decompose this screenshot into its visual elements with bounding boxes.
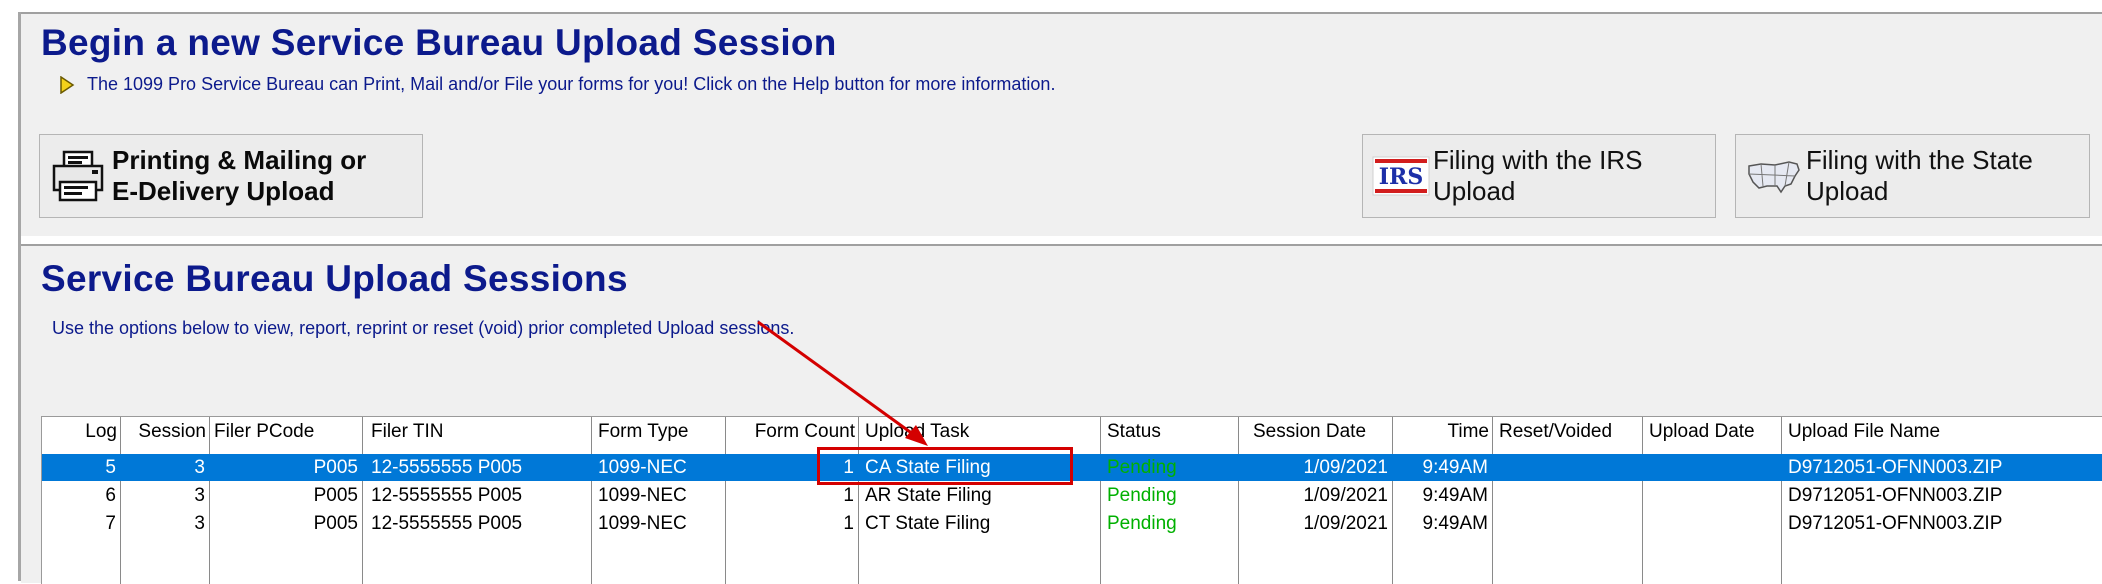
irs-badge-text: IRS [1379,164,1423,190]
cell-filer-pcode: P005 [313,485,358,506]
cell-form-type: 1099-NEC [598,457,687,478]
cell-status: Pending [1107,513,1177,534]
panel-separator [21,236,2102,242]
irs-button-label-line1: Filing with the IRS [1433,145,1643,175]
cell-status: Pending [1107,485,1177,506]
cell-upload-file-name: D9712051-OFNN003.ZIP [1788,513,2003,534]
header-form-count[interactable]: Form Count [726,417,859,447]
printer-forms-icon [48,146,108,206]
cell-reset-voided [1493,510,1643,537]
cell-upload-task: AR State Filing [865,485,992,506]
header-upload-task[interactable]: Upload Task [859,417,1101,447]
cell-session-date: 1/09/2021 [1303,513,1388,534]
header-log[interactable]: Log [42,417,121,447]
new-session-panel: Begin a new Service Bureau Upload Sessio… [21,12,2102,236]
cell-log: 5 [105,457,116,478]
cell-reset-voided [1493,454,1643,481]
header-form-type[interactable]: Form Type [592,417,726,447]
cell-time: 9:49AM [1422,457,1488,478]
cell-filer-tin: 12-5555555 P005 [371,513,523,534]
header-session[interactable]: Session [121,417,210,447]
info-text: The 1099 Pro Service Bureau can Print, M… [87,74,1056,94]
cell-session: 3 [194,457,205,478]
irs-button-label-line2: Upload [1433,176,1516,206]
cell-upload-task: CA State Filing [865,457,991,478]
cell-time: 9:49AM [1422,485,1488,506]
cell-log: 6 [105,485,116,506]
cell-upload-file-name: D9712051-OFNN003.ZIP [1788,485,2003,506]
cell-session: 3 [194,485,205,506]
cell-filer-pcode: P005 [313,457,358,478]
cell-session-date: 1/09/2021 [1303,485,1388,506]
table-row[interactable]: 6 3 P005 12-5555555 P005 1099-NEC 1 AR S… [42,482,2102,509]
new-session-title: Begin a new Service Bureau Upload Sessio… [41,22,837,63]
irs-logo-icon: IRS [1371,146,1431,206]
print-button-label-line1: Printing & Mailing or [112,145,367,175]
cell-filer-tin: 12-5555555 P005 [371,457,523,478]
header-upload-date[interactable]: Upload Date [1643,417,1782,447]
cell-session: 3 [194,513,205,534]
cell-upload-task: CT State Filing [865,513,991,534]
cell-form-count: 1 [843,485,854,506]
cell-filer-pcode: P005 [313,513,358,534]
state-filing-upload-button[interactable]: Filing with the State Upload [1735,134,2090,218]
cell-upload-date [1643,482,1782,509]
cell-session-date: 1/09/2021 [1303,457,1388,478]
state-button-label-line1: Filing with the State [1806,145,2033,175]
printing-mailing-upload-button[interactable]: Printing & Mailing or E-Delivery Upload [39,134,423,218]
table-row[interactable]: 5 3 P005 12-5555555 P005 1099-NEC 1 CA S… [42,454,2102,481]
table-row[interactable]: 7 3 P005 12-5555555 P005 1099-NEC 1 CT S… [42,510,2102,537]
cell-time: 9:49AM [1422,513,1488,534]
cell-upload-date [1643,510,1782,537]
header-status[interactable]: Status [1101,417,1239,447]
sessions-title: Service Bureau Upload Sessions [41,258,628,299]
us-map-icon [1744,146,1804,206]
cell-form-count: 1 [843,457,854,478]
print-button-label-line2: E-Delivery Upload [112,176,335,206]
header-filer-pcode[interactable]: Filer PCode [210,417,363,447]
sessions-description: Use the options below to view, report, r… [52,318,795,338]
cell-upload-date [1643,454,1782,481]
header-time[interactable]: Time [1393,417,1493,447]
sessions-panel: Service Bureau Upload Sessions Use the o… [21,244,2102,584]
sessions-grid[interactable]: Log Session Filer PCode Filer TIN Form T… [41,416,2102,584]
cell-upload-file-name: D9712051-OFNN003.ZIP [1788,457,2003,478]
header-filer-tin[interactable]: Filer TIN [363,417,592,447]
cell-reset-voided [1493,482,1643,509]
cell-log: 7 [105,513,116,534]
header-upload-file-name[interactable]: Upload File Name [1782,417,2102,447]
cell-filer-tin: 12-5555555 P005 [371,485,523,506]
header-reset-voided[interactable]: Reset/Voided [1493,417,1643,447]
irs-filing-upload-button[interactable]: IRS Filing with the IRS Upload [1362,134,1716,218]
cell-status: Pending [1107,457,1177,478]
info-arrow-icon [60,76,75,94]
cell-form-count: 1 [843,513,854,534]
header-session-date[interactable]: Session Date [1239,417,1393,447]
cell-form-type: 1099-NEC [598,485,687,506]
cell-form-type: 1099-NEC [598,513,687,534]
state-button-label-line2: Upload [1806,176,1889,206]
